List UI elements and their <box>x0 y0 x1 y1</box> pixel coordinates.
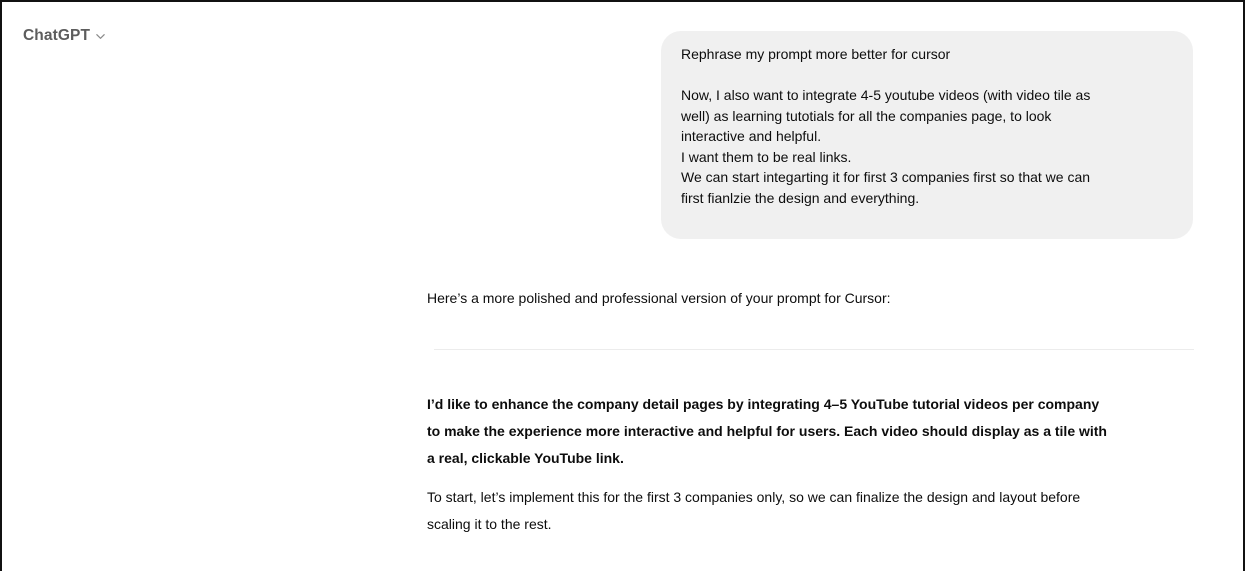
plain-paragraph-line: To start, let’s implement this for the f… <box>427 489 1081 505</box>
user-message-line: We can start integarting it for first 3 … <box>681 169 1091 185</box>
model-selector-button[interactable]: ChatGPT <box>23 27 106 45</box>
user-message-bubble: Rephrase my prompt more better for curso… <box>661 31 1193 239</box>
bold-paragraph-line: to make the experience more interactive … <box>427 423 1107 439</box>
user-message-blank-line <box>681 65 1173 86</box>
assistant-bold-paragraph: I’d like to enhance the company detail p… <box>427 391 1195 472</box>
horizontal-divider <box>434 349 1194 350</box>
user-message-line: first fianlzie the design and everything… <box>681 189 920 206</box>
user-message-line: well) as learning tutotials for all the … <box>681 107 1052 124</box>
bold-paragraph-line: a real, clickable YouTube link. <box>427 450 624 466</box>
user-message-line: I want them to be real links. <box>681 148 852 165</box>
assistant-plain-paragraph: To start, let’s implement this for the f… <box>427 484 1195 538</box>
bold-paragraph-line: I’d like to enhance the company detail p… <box>427 396 1100 412</box>
chat-window: ChatGPT Rephrase my prompt more better f… <box>0 0 1245 571</box>
assistant-intro-text: Here’s a more polished and professional … <box>427 290 891 306</box>
model-name-label: ChatGPT <box>23 27 91 44</box>
user-message-line: Now, I also want to integrate 4-5 youtub… <box>681 87 1091 103</box>
chevron-down-icon <box>96 34 105 39</box>
user-message-line: Rephrase my prompt more better for curso… <box>681 46 951 62</box>
user-message-line: interactive and helpful. <box>681 128 822 144</box>
plain-paragraph-line: scaling it to the rest. <box>427 516 552 532</box>
